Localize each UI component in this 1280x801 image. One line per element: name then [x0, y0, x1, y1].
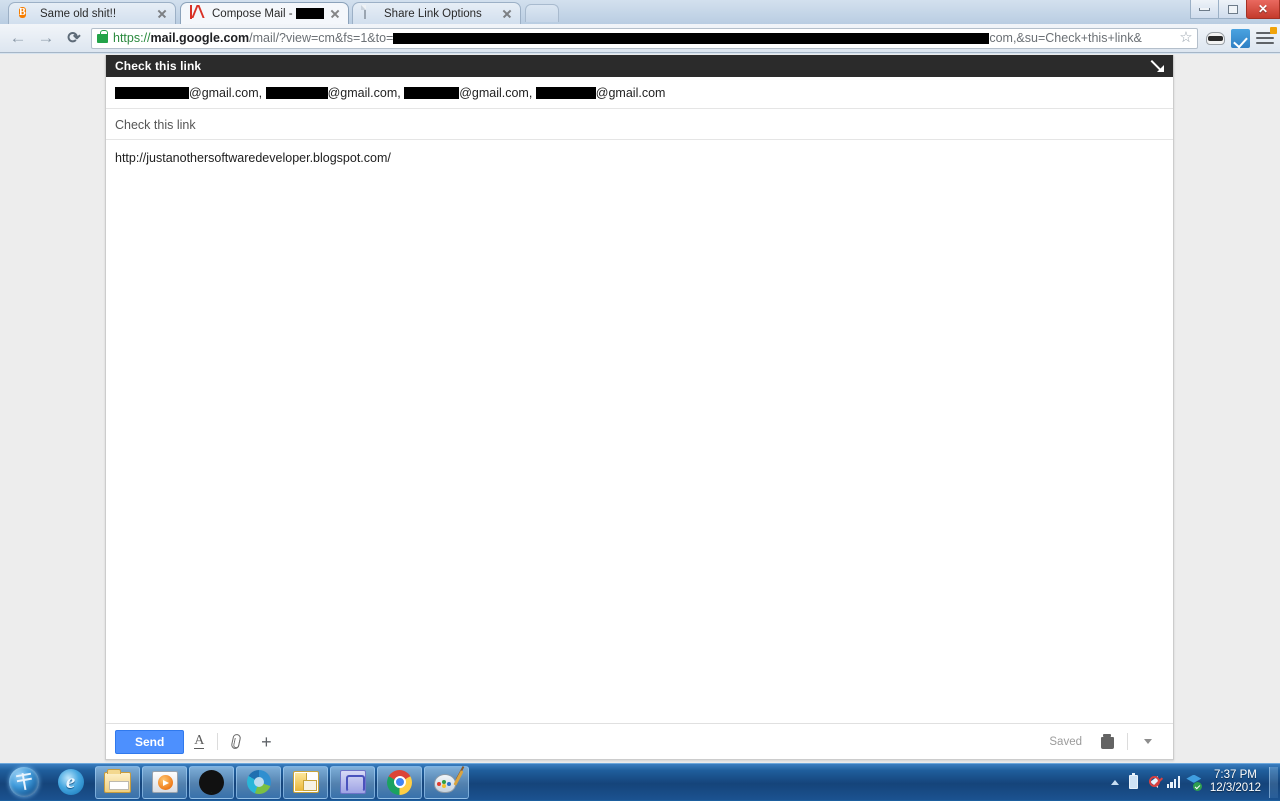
redaction-bar	[393, 33, 989, 44]
recipient-list: @gmail.com, @gmail.com, @gmail.com, @gma…	[115, 86, 665, 100]
window-controls: ✕	[1191, 0, 1280, 19]
url-host: mail.google.com	[151, 31, 250, 46]
message-body-field[interactable]: http://justanothersoftwaredeveloper.blog…	[106, 140, 1173, 723]
divider	[217, 733, 218, 750]
url-path-prefix: /mail/?view=cm&fs=1&to=	[249, 31, 393, 46]
redaction-bar	[266, 87, 328, 99]
redaction-bar	[536, 87, 596, 99]
gmail-page: Check this link @gmail.com, @gmail.com, …	[0, 54, 1280, 763]
tab-strip: B Same old shit!! Compose Mail - Share L…	[0, 0, 1280, 24]
file-explorer-icon[interactable]	[95, 766, 140, 799]
redaction-bar	[404, 87, 459, 99]
system-tray: 7:37 PM 12/3/2012	[1106, 764, 1280, 801]
windows-media-player-icon[interactable]	[142, 766, 187, 799]
chevron-down-icon[interactable]	[1133, 729, 1163, 755]
paint-icon[interactable]	[424, 766, 469, 799]
recipients-field[interactable]: @gmail.com, @gmail.com, @gmail.com, @gma…	[106, 77, 1173, 109]
donut-app-icon[interactable]	[236, 766, 281, 799]
page-icon	[362, 6, 378, 22]
close-button[interactable]: ✕	[1246, 0, 1280, 19]
recipient-domain: @gmail.com,	[459, 86, 536, 100]
recipient-domain: @gmail.com,	[328, 86, 405, 100]
volume-muted-icon[interactable]	[1144, 772, 1164, 792]
subject-text: Check this link	[115, 118, 196, 132]
chrome-browser-window: B Same old shit!! Compose Mail - Share L…	[0, 0, 1280, 763]
paperclip-icon[interactable]	[221, 729, 251, 755]
contacts-mail-icon[interactable]	[283, 766, 328, 799]
tab-close-icon[interactable]	[155, 7, 169, 21]
back-button[interactable]: ←	[4, 25, 32, 51]
recipient-domain: @gmail.com	[596, 86, 666, 100]
compose-footer: Send A + Saved	[106, 723, 1173, 759]
tab-title: Share Link Options	[384, 4, 496, 24]
clock[interactable]: 7:37 PM 12/3/2012	[1204, 769, 1269, 795]
recipient-domain: @gmail.com,	[189, 86, 266, 100]
browser-toolbar: ← → ⟳ https://mail.google.com/mail/?view…	[0, 24, 1280, 53]
windows-taskbar: 7:37 PM 12/3/2012	[0, 763, 1280, 800]
clock-time: 7:37 PM	[1210, 769, 1261, 782]
lock-icon	[97, 34, 108, 43]
redaction-bar	[296, 8, 324, 19]
redaction-bar	[115, 87, 189, 99]
update-badge	[1270, 27, 1277, 34]
google-chrome-icon[interactable]	[377, 766, 422, 799]
trash-icon[interactable]	[1092, 729, 1122, 755]
tab-close-icon[interactable]	[500, 7, 514, 21]
internet-explorer-icon[interactable]	[48, 766, 93, 799]
browser-tab-same-old-shit[interactable]: B Same old shit!!	[8, 2, 176, 24]
url-path-suffix: com,&su=Check+this+link&	[989, 31, 1142, 46]
tab-title: Compose Mail -	[212, 4, 324, 24]
battery-icon[interactable]	[1124, 772, 1144, 792]
tab-title: Same old shit!!	[40, 4, 151, 24]
divider	[1127, 733, 1128, 750]
start-orb[interactable]	[2, 766, 46, 799]
saved-status-label: Saved	[1049, 736, 1082, 748]
compose-header[interactable]: Check this link	[106, 55, 1173, 77]
footer-right-group: Saved	[1049, 729, 1163, 755]
gmail-icon	[190, 6, 206, 22]
plus-icon[interactable]: +	[251, 729, 281, 755]
url-scheme: https://	[113, 31, 151, 46]
address-bar[interactable]: https://mail.google.com/mail/?view=cm&fs…	[91, 28, 1198, 49]
tab-title-text: Compose Mail -	[212, 4, 293, 24]
show-hidden-icons-arrow[interactable]	[1106, 772, 1124, 792]
new-tab-button[interactable]	[525, 4, 559, 22]
browser-tab-share-link-options[interactable]: Share Link Options	[352, 2, 521, 24]
blue-app-icon[interactable]	[330, 766, 375, 799]
show-desktop-button[interactable]	[1269, 767, 1278, 798]
format-text-icon[interactable]: A	[184, 729, 214, 755]
blue-check-extension-icon[interactable]	[1229, 27, 1251, 49]
browser-tab-compose-mail[interactable]: Compose Mail -	[180, 2, 349, 24]
minimize-arrow-icon[interactable]	[1147, 57, 1165, 75]
url-text: https://mail.google.com/mail/?view=cm&fs…	[113, 31, 1176, 46]
subject-field[interactable]: Check this link	[106, 109, 1173, 140]
clock-date: 12/3/2012	[1210, 782, 1261, 795]
restore-button[interactable]	[1218, 0, 1247, 19]
mask-extension-icon[interactable]	[1204, 27, 1226, 49]
chrome-menu-button[interactable]	[1254, 27, 1276, 49]
blogger-icon: B	[18, 6, 34, 22]
compose-window: Check this link @gmail.com, @gmail.com, …	[105, 55, 1174, 760]
dropbox-icon[interactable]	[1184, 772, 1204, 792]
compose-title: Check this link	[115, 59, 1147, 73]
bookmark-star-icon[interactable]: ☆	[1178, 30, 1194, 46]
minimize-button[interactable]	[1190, 0, 1219, 19]
body-text: http://justanothersoftwaredeveloper.blog…	[115, 151, 391, 165]
spotify-icon[interactable]	[189, 766, 234, 799]
tab-close-icon[interactable]	[328, 7, 342, 21]
reload-button[interactable]: ⟳	[60, 25, 88, 51]
forward-button[interactable]: →	[32, 25, 60, 51]
send-button[interactable]: Send	[115, 730, 184, 754]
signal-bars-icon[interactable]	[1164, 772, 1184, 792]
